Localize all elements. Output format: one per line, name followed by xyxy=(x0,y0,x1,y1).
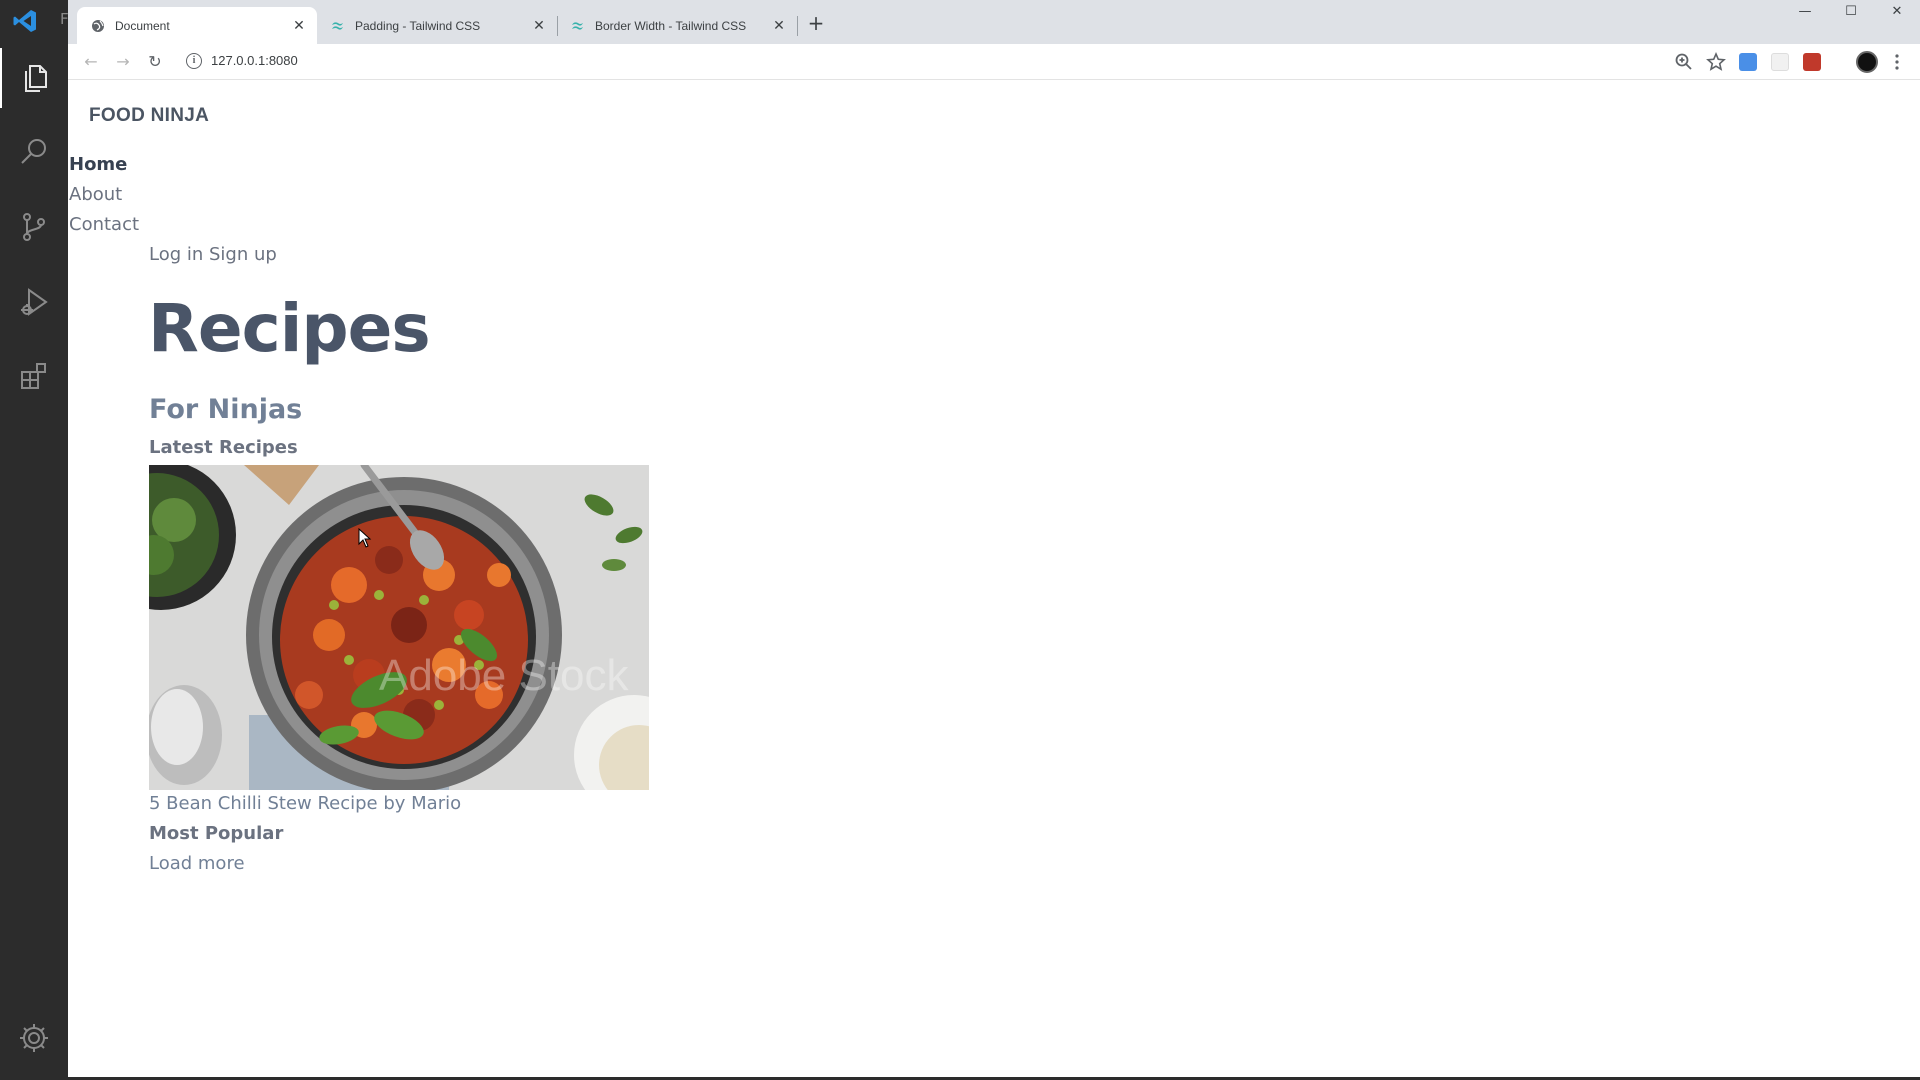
settings-button[interactable] xyxy=(0,1008,68,1068)
search-button[interactable] xyxy=(0,122,68,182)
vscode-activity-bar: F xyxy=(0,0,69,1080)
tab-padding-tailwind[interactable]: Padding - Tailwind CSS ✕ xyxy=(317,7,557,44)
source-control-icon xyxy=(23,213,45,241)
load-more-button[interactable]: Load more xyxy=(149,853,245,874)
search-icon xyxy=(21,139,46,164)
pdf-icon[interactable] xyxy=(1803,53,1821,71)
files-icon xyxy=(25,65,47,92)
tab-close-button[interactable]: ✕ xyxy=(291,17,307,34)
maximize-button[interactable]: ☐ xyxy=(1828,4,1874,26)
most-popular-heading: Most Popular xyxy=(149,823,284,844)
browser-toolbar: ← → ↻ i 127.0.0.1:8080 xyxy=(68,44,1920,80)
vscode-logo-icon xyxy=(13,10,36,32)
recipe-card-caption[interactable]: 5 Bean Chilli Stew Recipe by Mario xyxy=(149,793,461,814)
tab-close-button[interactable]: ✕ xyxy=(771,17,787,34)
mouse-cursor-icon xyxy=(358,528,372,548)
extensions-button[interactable] xyxy=(0,346,68,406)
settings-gear-icon xyxy=(20,1024,48,1052)
browser-window: Document ✕ Padding - Tailwind CSS ✕ Bord… xyxy=(68,0,1920,1080)
tab-document[interactable]: Document ✕ xyxy=(77,7,317,44)
site-title: FOOD NINJA xyxy=(89,105,210,126)
extension-icon[interactable] xyxy=(1739,53,1757,71)
forward-button[interactable]: → xyxy=(111,50,135,74)
back-button[interactable]: ← xyxy=(79,50,103,74)
globe-icon xyxy=(92,19,104,32)
tab-title: Document xyxy=(115,18,170,33)
page-viewport: FOOD NINJA Home About Contact Log in Sig… xyxy=(68,80,1920,1078)
tab-title: Padding - Tailwind CSS xyxy=(355,18,481,33)
auth-links[interactable]: Log in Sign up xyxy=(149,244,277,265)
tab-border-width-tailwind[interactable]: Border Width - Tailwind CSS ✕ xyxy=(557,7,797,44)
page-subtitle: For Ninjas xyxy=(149,394,303,425)
nav-contact-link[interactable]: Contact xyxy=(69,214,139,235)
page-title: Recipes xyxy=(148,290,431,367)
extensions-icon xyxy=(21,363,46,389)
bookmark-star-icon[interactable] xyxy=(1705,51,1727,73)
profile-avatar[interactable] xyxy=(1856,51,1878,73)
new-tab-button[interactable]: + xyxy=(804,12,828,36)
source-control-button[interactable] xyxy=(0,197,68,257)
nav-home-link[interactable]: Home xyxy=(69,154,127,175)
nav-about-link[interactable]: About xyxy=(69,184,122,205)
tailwind-icon xyxy=(572,21,583,30)
run-debug-icon xyxy=(21,288,48,316)
reload-button[interactable]: ↻ xyxy=(143,50,167,74)
run-debug-button[interactable] xyxy=(0,272,68,332)
zoom-icon[interactable] xyxy=(1673,51,1695,73)
watermark-text: Adobe Stock xyxy=(379,651,629,700)
site-info-icon[interactable]: i xyxy=(186,53,202,69)
minimize-button[interactable]: — xyxy=(1782,4,1828,26)
tab-title: Border Width - Tailwind CSS xyxy=(595,18,747,33)
tab-separator xyxy=(797,16,798,36)
close-window-button[interactable]: ✕ xyxy=(1874,4,1920,26)
tab-close-button[interactable]: ✕ xyxy=(531,17,547,34)
tab-strip: Document ✕ Padding - Tailwind CSS ✕ Bord… xyxy=(68,0,1920,44)
tailwind-icon xyxy=(332,21,343,30)
extension-icon[interactable] xyxy=(1771,53,1789,71)
address-bar-url[interactable]: 127.0.0.1:8080 xyxy=(211,53,298,68)
latest-recipes-heading: Latest Recipes xyxy=(149,437,298,458)
recipe-card-image[interactable]: Adobe Stock xyxy=(149,465,649,790)
menu-icon[interactable] xyxy=(1886,51,1908,73)
explorer-button[interactable] xyxy=(0,48,68,108)
